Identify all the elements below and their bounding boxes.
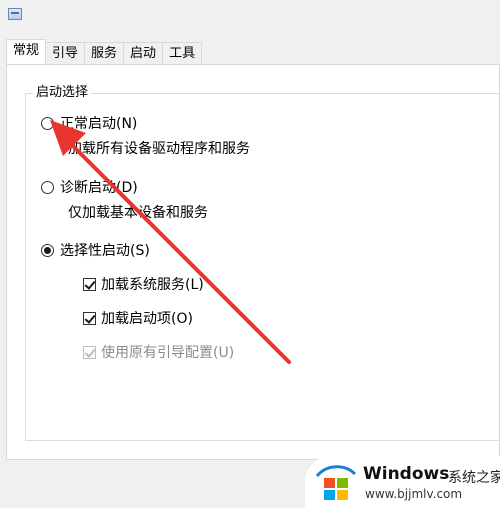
watermark-brand: Windows bbox=[363, 464, 450, 484]
windows-logo-icon bbox=[315, 465, 357, 500]
system-configuration-window: 常规 引导 服务 启动 工具 启动选择 正常启动(N) 加载所有设备驱动程序和服… bbox=[0, 0, 500, 508]
general-tab-panel: 启动选择 正常启动(N) 加载所有设备驱动程序和服务 诊断启动(D) 仅加载基本… bbox=[6, 64, 500, 460]
tab-tools[interactable]: 工具 bbox=[162, 42, 203, 64]
use-original-boot-config-checkbox: 使用原有引导配置(U) bbox=[83, 342, 234, 362]
tab-boot[interactable]: 引导 bbox=[45, 42, 86, 64]
normal-startup-radio[interactable]: 正常启动(N) bbox=[41, 113, 137, 133]
load-startup-items-label: 加载启动项(O) bbox=[101, 311, 193, 327]
diagnostic-startup-label: 诊断启动(D) bbox=[60, 180, 138, 196]
checkbox-disabled-icon bbox=[83, 345, 96, 359]
tab-services[interactable]: 服务 bbox=[84, 42, 125, 64]
watermark: Windows 系统之家 www.bjjmlv.com bbox=[305, 456, 500, 508]
normal-startup-label: 正常启动(N) bbox=[60, 116, 138, 132]
tab-startup[interactable]: 启动 bbox=[123, 42, 164, 64]
load-system-services-label: 加载系统服务(L) bbox=[101, 277, 204, 293]
logo-red-square bbox=[324, 478, 335, 488]
diagnostic-startup-desc: 仅加载基本设备和服务 bbox=[68, 205, 208, 221]
selective-startup-radio[interactable]: 选择性启动(S) bbox=[41, 240, 150, 260]
watermark-url: www.bjjmlv.com bbox=[365, 487, 463, 501]
checkbox-checked-icon[interactable] bbox=[83, 311, 96, 325]
watermark-site-name: 系统之家 bbox=[448, 470, 500, 486]
selective-startup-label: 选择性启动(S) bbox=[60, 243, 150, 259]
load-startup-items-checkbox[interactable]: 加载启动项(O) bbox=[83, 308, 193, 328]
group-title: 启动选择 bbox=[33, 84, 92, 102]
app-icon bbox=[8, 8, 22, 20]
load-system-services-checkbox[interactable]: 加载系统服务(L) bbox=[83, 274, 204, 294]
logo-green-square bbox=[337, 478, 348, 488]
checkbox-checked-icon[interactable] bbox=[83, 277, 96, 291]
tab-general[interactable]: 常规 bbox=[6, 39, 47, 64]
logo-swoosh bbox=[315, 465, 357, 478]
use-original-boot-config-label: 使用原有引导配置(U) bbox=[101, 345, 235, 361]
radio-button-icon[interactable] bbox=[41, 180, 54, 194]
tab-bar: 常规 引导 服务 启动 工具 bbox=[6, 39, 203, 64]
logo-yellow-square bbox=[337, 490, 348, 500]
normal-startup-desc: 加载所有设备驱动程序和服务 bbox=[68, 141, 250, 157]
radio-button-selected-icon[interactable] bbox=[41, 243, 54, 257]
diagnostic-startup-radio[interactable]: 诊断启动(D) bbox=[41, 177, 138, 197]
logo-blue-square bbox=[324, 490, 335, 500]
radio-button-icon[interactable] bbox=[41, 116, 54, 130]
